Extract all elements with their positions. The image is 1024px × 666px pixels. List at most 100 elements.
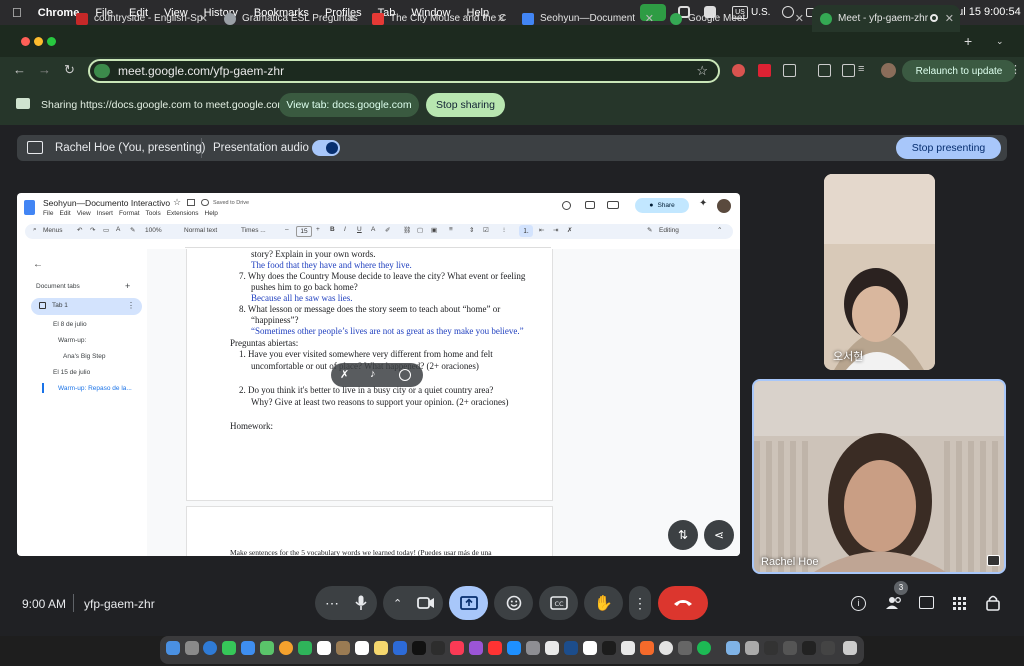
search-menus-icon[interactable]: ⌕	[33, 226, 37, 234]
messages-icon[interactable]	[222, 641, 236, 655]
collapse-menus-icon[interactable]: ⌃	[717, 226, 722, 234]
paint-format-icon[interactable]: ✎	[130, 226, 135, 234]
more-menu-icon[interactable]: ⋮	[1010, 63, 1021, 76]
stop-presenting-button[interactable]: Stop presenting	[896, 137, 1001, 159]
doc-menu-tools[interactable]: Tools	[146, 210, 161, 217]
italic-icon[interactable]: I	[344, 226, 346, 233]
version-history-icon[interactable]	[562, 201, 571, 210]
system-settings-icon[interactable]	[526, 641, 540, 655]
microphone-button[interactable]	[349, 591, 373, 615]
side-panel-icon[interactable]	[842, 64, 855, 77]
app-store-icon[interactable]	[507, 641, 521, 655]
close-tab-icon[interactable]: ✕	[645, 12, 654, 25]
maps-icon[interactable]	[260, 641, 274, 655]
bookmark-star-icon[interactable]: ☆	[696, 63, 708, 79]
forward-button[interactable]: →	[38, 62, 51, 77]
volume-icon[interactable]: ♪	[370, 368, 376, 380]
close-tab-icon[interactable]: ✕	[199, 12, 208, 25]
font-select[interactable]: Times ...	[241, 227, 266, 234]
comments-icon[interactable]	[585, 201, 595, 209]
podcasts-app-icon[interactable]	[469, 641, 483, 655]
doc-menu-file[interactable]: File	[43, 210, 53, 217]
doc-menu-insert[interactable]: Insert	[97, 210, 113, 217]
doc-menu-view[interactable]: View	[77, 210, 91, 217]
zoom-window-icon[interactable]	[47, 37, 56, 46]
highlight-icon[interactable]: ✐	[385, 226, 390, 234]
app-icon[interactable]	[602, 641, 616, 655]
align-icon[interactable]: ≡	[449, 226, 453, 233]
style-select[interactable]: Normal text	[184, 227, 217, 234]
leave-call-button[interactable]	[658, 586, 708, 620]
more-options-button[interactable]: ⋮	[629, 586, 651, 620]
close-tab-icon[interactable]: ✕	[347, 12, 356, 25]
zoom-select[interactable]: 100%	[145, 227, 162, 234]
editing-mode-icon[interactable]: ✎	[647, 226, 652, 234]
clear-formatting-icon[interactable]: ✗	[567, 226, 572, 234]
contacts-icon[interactable]	[336, 641, 350, 655]
increase-size-icon[interactable]: +	[316, 226, 320, 233]
presentation-audio-toggle[interactable]	[312, 140, 340, 156]
tab-cast-icon[interactable]	[818, 64, 831, 77]
insert-link-icon[interactable]: ⛓	[403, 226, 411, 234]
notes-icon[interactable]	[374, 641, 388, 655]
print-icon[interactable]: ▭	[103, 226, 109, 234]
people-icon[interactable]	[885, 596, 903, 610]
search-menus-label[interactable]: Menus	[43, 227, 63, 234]
safari-icon[interactable]	[203, 641, 217, 655]
app-icon[interactable]	[583, 641, 597, 655]
relaunch-update-button[interactable]: Relaunch to update	[902, 60, 1016, 82]
numbered-list-icon[interactable]: ⒈	[519, 225, 533, 237]
trash-icon[interactable]	[843, 641, 857, 655]
back-arrow-icon[interactable]: ←	[33, 259, 43, 270]
insert-image-icon[interactable]: ▣	[431, 226, 437, 234]
captions-button[interactable]: CC	[539, 586, 578, 620]
app-icon[interactable]	[564, 641, 578, 655]
spellcheck-icon[interactable]: A	[116, 226, 120, 233]
chat-icon[interactable]	[919, 596, 934, 609]
increase-indent-icon[interactable]: ⇥	[553, 226, 558, 234]
new-tab-button[interactable]: +	[964, 33, 972, 49]
spotify-icon[interactable]	[697, 641, 711, 655]
reading-list-icon[interactable]: ≡	[858, 63, 864, 75]
app-icon[interactable]	[545, 641, 559, 655]
news-icon[interactable]	[488, 641, 502, 655]
checklist-icon[interactable]: ☑	[483, 226, 489, 234]
window-thumbnail[interactable]	[802, 641, 816, 655]
window-thumbnail[interactable]	[764, 641, 778, 655]
ruler[interactable]	[185, 243, 551, 248]
tab-gramatica[interactable]: Gramática ESL Preguntas ✕	[216, 5, 362, 32]
facetime-icon[interactable]	[298, 641, 312, 655]
back-button[interactable]: ←	[13, 62, 26, 77]
swap-view-button[interactable]: ⇅	[668, 520, 698, 550]
launchpad-icon[interactable]	[185, 641, 199, 655]
add-comment-icon[interactable]: ▢	[417, 226, 423, 234]
close-tab-icon[interactable]: ✕	[795, 12, 804, 25]
mail-icon[interactable]	[241, 641, 255, 655]
finder-icon[interactable]	[166, 641, 180, 655]
reminders-icon[interactable]	[355, 641, 369, 655]
app-icon[interactable]	[678, 641, 692, 655]
stop-sharing-button[interactable]: Stop sharing	[426, 93, 505, 117]
freeform-icon[interactable]	[393, 641, 407, 655]
activities-icon[interactable]	[953, 597, 966, 610]
present-button[interactable]	[449, 586, 488, 620]
undo-icon[interactable]: ↶	[77, 226, 82, 234]
address-bar[interactable]: meet.google.com/yfp-gaem-zhr ☆	[88, 59, 720, 83]
host-controls-icon[interactable]	[986, 595, 1000, 611]
sidebar-item-15-julio[interactable]: El 15 de julio	[53, 369, 90, 376]
add-tab-icon[interactable]: +	[125, 281, 130, 291]
share-button[interactable]: ● Share	[635, 198, 689, 213]
tab-google-meet[interactable]: Google Meet ✕	[662, 5, 810, 32]
site-info-icon[interactable]	[94, 64, 110, 78]
participant-tile-self[interactable]: Rachel Hoe	[752, 379, 1006, 574]
profile-avatar[interactable]	[881, 63, 896, 78]
close-tab-icon[interactable]: ✕	[945, 12, 954, 25]
tab-city-mouse[interactable]: The City Mouse and the C ✕	[364, 5, 512, 32]
window-thumbnail[interactable]	[745, 641, 759, 655]
app-icon[interactable]	[621, 641, 635, 655]
mute-audio-icon[interactable]: ✗	[340, 368, 349, 381]
decrease-indent-icon[interactable]: ⇤	[539, 226, 544, 234]
photos-icon[interactable]	[279, 641, 293, 655]
tab-search-icon[interactable]: ⌄	[996, 36, 1004, 47]
camera-button[interactable]	[417, 597, 435, 609]
